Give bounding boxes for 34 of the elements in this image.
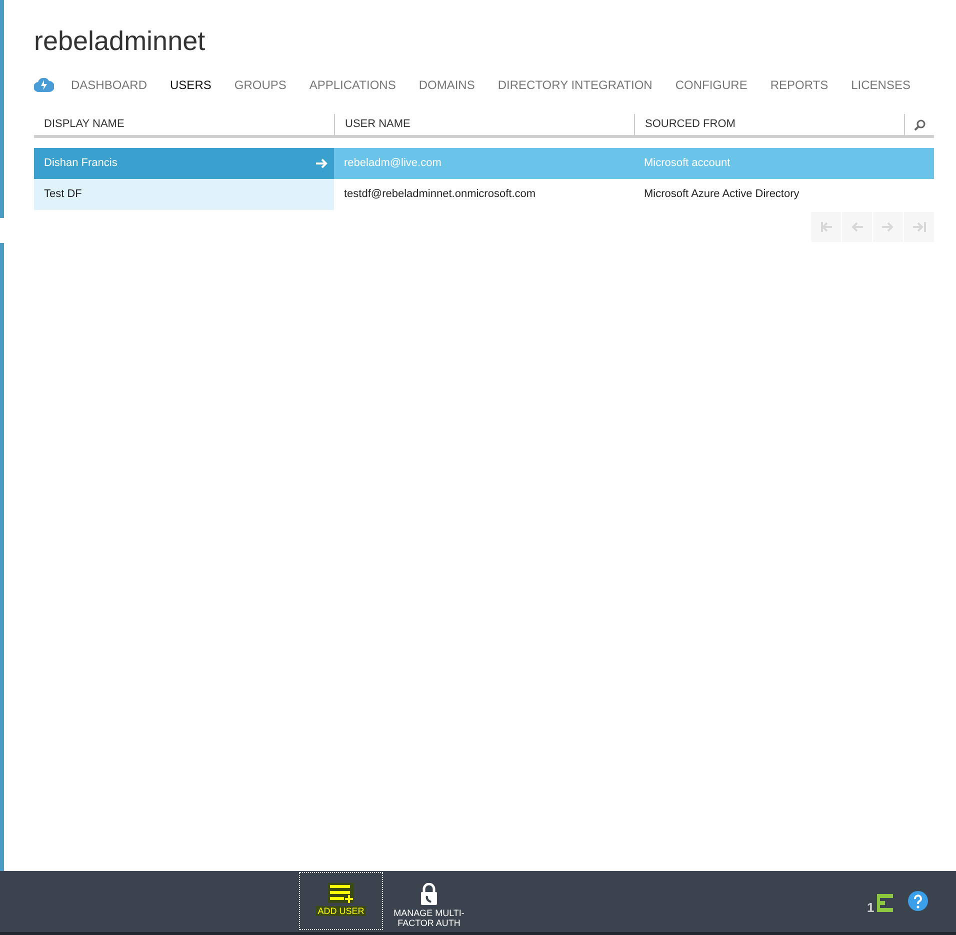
nav-tab[interactable]: LICENSES [851,76,910,94]
column-header[interactable]: SOURCED FROM [645,116,736,133]
nav-tab[interactable]: APPLICATIONS [309,76,396,94]
table-cell-text: Test DF [44,187,82,202]
cloud-icon [34,78,54,92]
table-cell-text: Dishan Francis [44,156,118,172]
next-page-icon [880,220,896,234]
first-page-icon [818,220,834,234]
add-list-icon [328,883,354,903]
command-button[interactable]: ADD USER [299,872,383,930]
lock-icon [420,883,438,905]
arrow-icon[interactable] [315,158,328,169]
last-page-icon [912,220,926,234]
table-cell-text: Microsoft Azure Active Directory [644,187,800,202]
nav-tab[interactable]: DOMAINS [418,76,475,94]
previous-page-icon [850,220,864,234]
nav-tab[interactable]: DIRECTORY INTEGRATION [498,76,652,94]
user-row[interactable]: Dishan Francis rebeladm@live.com Microsoft account [34,148,934,179]
table-cell-text: Microsoft account [644,156,730,172]
nav-tab[interactable]: REPORTS [770,76,828,94]
table-cell-text: testdf@rebeladminnet.onmicrosoft.com [344,187,536,202]
column-header[interactable]: USER NAME [345,116,410,133]
nav-tab[interactable]: CONFIGURE [675,76,748,94]
notification-list-icon[interactable] [875,893,895,913]
command-button[interactable]: MANAGE MULTI- FACTOR AUTH [387,872,471,930]
table-cell-text: rebeladm@live.com [344,156,442,172]
search-icon[interactable] [914,118,926,130]
nav-tab[interactable]: DASHBOARD [71,76,148,94]
nav-tab[interactable]: GROUPS [234,76,286,94]
help-icon[interactable] [908,891,928,911]
page-title: rebeladminnet [34,25,206,58]
notification-count[interactable]: 1 [867,898,874,918]
nav-tab[interactable]: USERS [170,76,212,94]
column-header[interactable]: DISPLAY NAME [44,116,124,133]
